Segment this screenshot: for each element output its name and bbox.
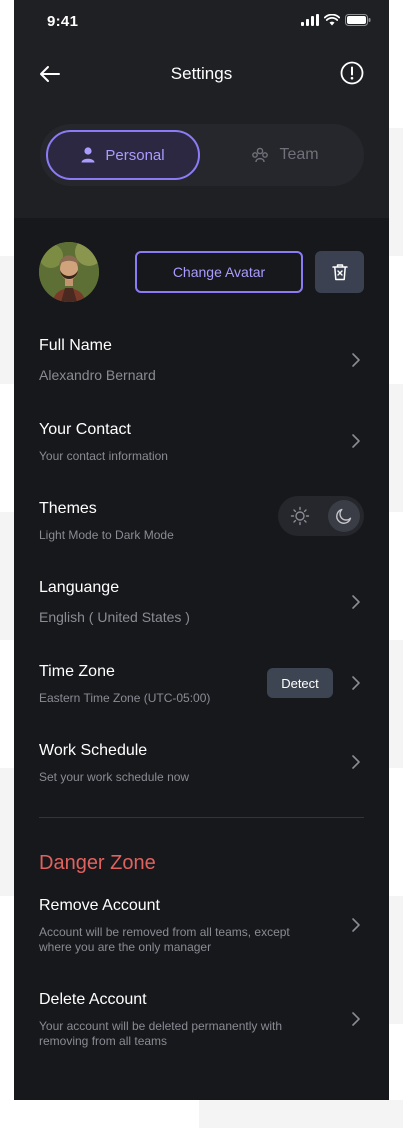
- moon-icon: [336, 508, 352, 524]
- tab-personal[interactable]: Personal: [46, 130, 200, 180]
- chevron-right-icon: [352, 434, 360, 448]
- delete-account-item[interactable]: Delete Account Your account will be dele…: [39, 991, 364, 1049]
- background-stripe: [389, 384, 403, 512]
- setting-work-schedule-title: Work Schedule: [39, 742, 148, 759]
- remove-account-description: Account will be removed from all teams, …: [39, 925, 290, 954]
- background-stripe: [0, 256, 14, 384]
- avatar: [39, 242, 99, 302]
- remove-account-item[interactable]: Remove Account Account will be removed f…: [39, 897, 364, 955]
- team-icon: [252, 147, 269, 163]
- setting-contact[interactable]: Your Contact Your contact information: [39, 421, 364, 464]
- chevron-right-icon: [352, 595, 360, 609]
- trash-icon: [331, 264, 348, 281]
- setting-language[interactable]: Languange English ( United States ): [39, 579, 364, 625]
- avatar-row: Change Avatar: [14, 240, 389, 304]
- battery-icon: [345, 14, 371, 26]
- setting-full-name-title: Full Name: [39, 337, 112, 354]
- dark-mode-option[interactable]: [328, 500, 360, 532]
- wifi-icon: [324, 14, 340, 26]
- danger-zone-title: Danger Zone: [39, 852, 156, 874]
- chevron-right-icon: [352, 918, 360, 932]
- background-stripe: [389, 128, 403, 256]
- avatar-photo: [39, 242, 99, 302]
- page-title: Settings: [170, 64, 233, 83]
- background-stripe: [0, 512, 14, 640]
- setting-themes: Themes Light Mode to Dark Mode: [39, 496, 364, 543]
- delete-account-description: Your account will be deleted permanently…: [39, 1019, 283, 1048]
- header-area: 9:41 Settings Personal Team: [14, 0, 389, 218]
- setting-language-value: English ( United States ): [39, 609, 190, 625]
- background-stripe: [389, 640, 403, 768]
- background-stripe: [389, 896, 403, 1024]
- signal-icon: [301, 14, 319, 26]
- background-stripe: [0, 768, 14, 896]
- status-bar: 9:41: [14, 0, 389, 44]
- status-icons: [301, 14, 371, 26]
- setting-work-schedule[interactable]: Work Schedule Set your work schedule now: [39, 742, 364, 785]
- detect-time-zone-button[interactable]: Detect: [267, 668, 333, 698]
- nav-bar: Settings: [14, 52, 389, 96]
- remove-account-title: Remove Account: [39, 897, 160, 914]
- delete-account-title: Delete Account: [39, 991, 147, 1008]
- settings-screen: 9:41 Settings Personal Team Change Avata…: [14, 0, 389, 1100]
- section-divider: [39, 817, 364, 818]
- setting-full-name-value: Alexandro Bernard: [39, 367, 156, 383]
- user-icon: [81, 147, 95, 163]
- chevron-right-icon: [352, 353, 360, 367]
- tab-team-label: Team: [279, 146, 319, 163]
- tab-team[interactable]: Team: [220, 130, 350, 180]
- setting-time-zone[interactable]: Time Zone Eastern Time Zone (UTC-05:00) …: [39, 663, 364, 706]
- setting-work-schedule-value: Set your work schedule now: [39, 770, 190, 784]
- setting-contact-title: Your Contact: [39, 421, 131, 438]
- setting-contact-value: Your contact information: [39, 449, 168, 463]
- theme-toggle[interactable]: [278, 496, 364, 536]
- setting-language-title: Languange: [39, 579, 120, 596]
- status-time: 9:41: [47, 13, 79, 30]
- delete-avatar-button[interactable]: [315, 251, 364, 293]
- setting-full-name[interactable]: Full Name Alexandro Bernard: [39, 337, 364, 383]
- chevron-right-icon: [352, 755, 360, 769]
- background-stripe: [199, 1100, 403, 1128]
- change-avatar-button[interactable]: Change Avatar: [135, 251, 303, 293]
- sun-icon[interactable]: [290, 506, 310, 526]
- profile-segment-control: Personal Team: [40, 124, 364, 186]
- chevron-right-icon: [352, 1012, 360, 1026]
- chevron-right-icon: [352, 676, 360, 690]
- tab-personal-label: Personal: [105, 146, 165, 164]
- info-circle-icon[interactable]: [339, 60, 365, 86]
